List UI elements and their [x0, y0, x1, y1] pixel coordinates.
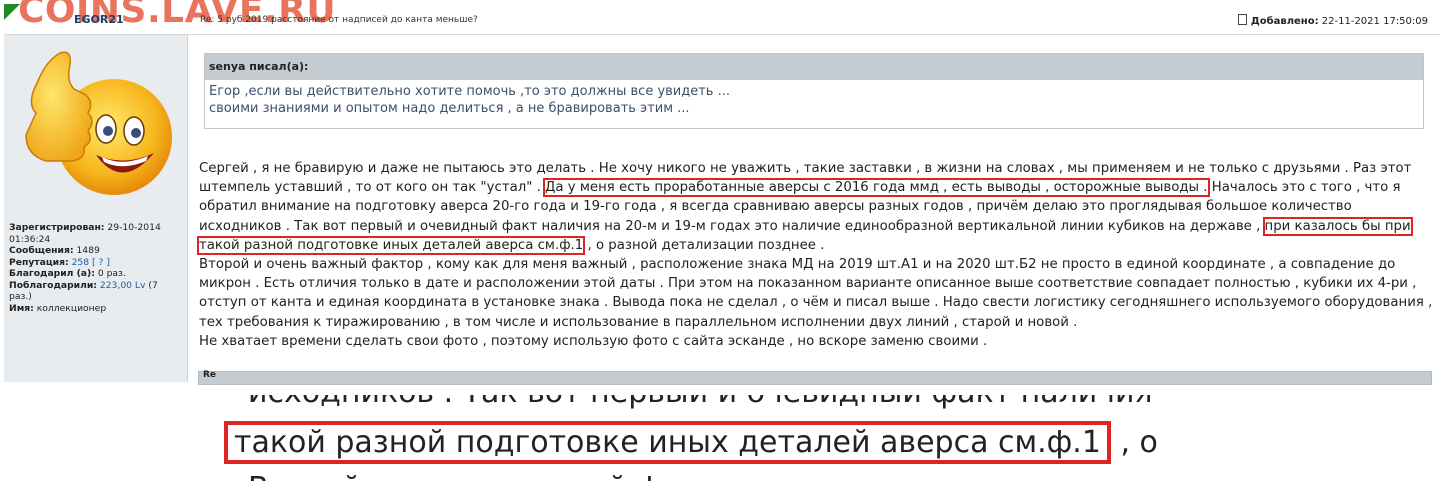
inset-line-bottom: Второй и очень важный фактор [248, 471, 754, 481]
user-info: Зарегистрирован: 29-10-2014 01:36:24 Соо… [9, 222, 181, 314]
name-value: коллекционер [36, 302, 107, 314]
next-post-header: Re [198, 370, 1432, 385]
highlighted-phrase: Да у меня есть проработанные аверсы с 20… [543, 178, 1210, 198]
thanked-value: 0 раз. [97, 268, 126, 279]
post-fragment: штемпель уставший , то от кого он так "у… [199, 180, 541, 196]
highlighted-phrase: при казалось бы при [1262, 216, 1413, 236]
highlighted-phrase: такой разной подготовке иных деталей аве… [196, 235, 586, 255]
thanked-by-link[interactable]: 223,00 Lv [100, 280, 146, 291]
post-text: Сергей , я не бравирую и даже не пытаюсь… [196, 159, 1433, 351]
document-icon[interactable] [1237, 14, 1247, 25]
registered-label: Зарегистрирован: [9, 222, 105, 233]
post-line: обратил внимание на подготовку аверса 20… [199, 199, 1352, 215]
inset-after-text: , о [1120, 425, 1158, 460]
zoomed-inset: исходников . Так вот первый и очевидный … [208, 395, 1242, 481]
inset-line-top: исходников . Так вот первый и очевидный … [248, 395, 1153, 410]
post-line: микрон . Есть отличия только в дате и ра… [199, 276, 1417, 292]
added-label: Добавлено: [1250, 16, 1319, 27]
post-line: тех требования к тиражированию , в том ч… [199, 314, 1078, 330]
post-body: senya писал(а): Егор ,если вы действител… [188, 35, 1440, 382]
thanked-by-label: Поблагодарили: [9, 279, 97, 291]
post-fragment: Началось это с того , что я [1211, 180, 1401, 196]
post-fragment: , о разной детализации позднее . [587, 237, 825, 253]
reputation-label: Репутация: [9, 256, 69, 268]
quote-line: Егор ,если вы действительно хотите помоч… [209, 84, 730, 99]
post-line: исходников . Так вот первый и очевидный … [199, 216, 1429, 236]
post-line: отступ от канта и единая координата в ус… [199, 295, 1433, 311]
post-header: COINS.LAVE.RU EGOR21 Re: 5 руб 2019 расс… [4, 0, 1440, 35]
thanked-label: Благодарил (а): [9, 268, 95, 279]
quote-line: своими знаниями и опытом надо делиться ,… [209, 101, 690, 116]
post-date: Добавлено: 22-11-2021 17:50:09 [1237, 14, 1428, 27]
post-subject[interactable]: Re: 5 руб 2019 расстояние от надписей до… [200, 15, 478, 25]
quote-block: senya писал(а): Егор ,если вы действител… [204, 53, 1424, 129]
quote-author: senya писал(а): [205, 54, 1423, 80]
reputation-help-link[interactable]: [ ? ] [92, 257, 110, 268]
post-line: Второй и очень важный фактор , кому как … [199, 256, 1396, 272]
quote-text: Егор ,если вы действительно хотите помоч… [205, 80, 1423, 120]
post-fragment: исходников . Так вот первый и очевидный … [199, 218, 1261, 234]
author-username[interactable]: EGOR21 [74, 13, 124, 26]
next-post-label: Re [203, 370, 217, 380]
messages-value: 1489 [76, 245, 100, 256]
post-line: такой разной подготовке иных деталей аве… [196, 235, 1429, 255]
post-line: Не хватает времени сделать свои фото , п… [199, 333, 988, 349]
post-line: Сергей , я не бравирую и даже не пытаюсь… [199, 161, 1412, 176]
added-value: 22-11-2021 17:50:09 [1321, 16, 1428, 27]
post-line: штемпель уставший , то от кого он так "у… [199, 178, 1429, 198]
name-label: Имя: [9, 302, 34, 314]
reputation-value[interactable]: 258 [72, 257, 90, 268]
inset-line-highlight: такой разной подготовке иных деталей аве… [224, 421, 1158, 464]
inset-highlighted-phrase: такой разной подготовке иных деталей аве… [224, 421, 1111, 464]
user-panel: Зарегистрирован: 29-10-2014 01:36:24 Соо… [4, 35, 188, 382]
messages-label: Сообщения: [9, 245, 74, 256]
thumbs-up-smiley-avatar [25, 51, 172, 195]
